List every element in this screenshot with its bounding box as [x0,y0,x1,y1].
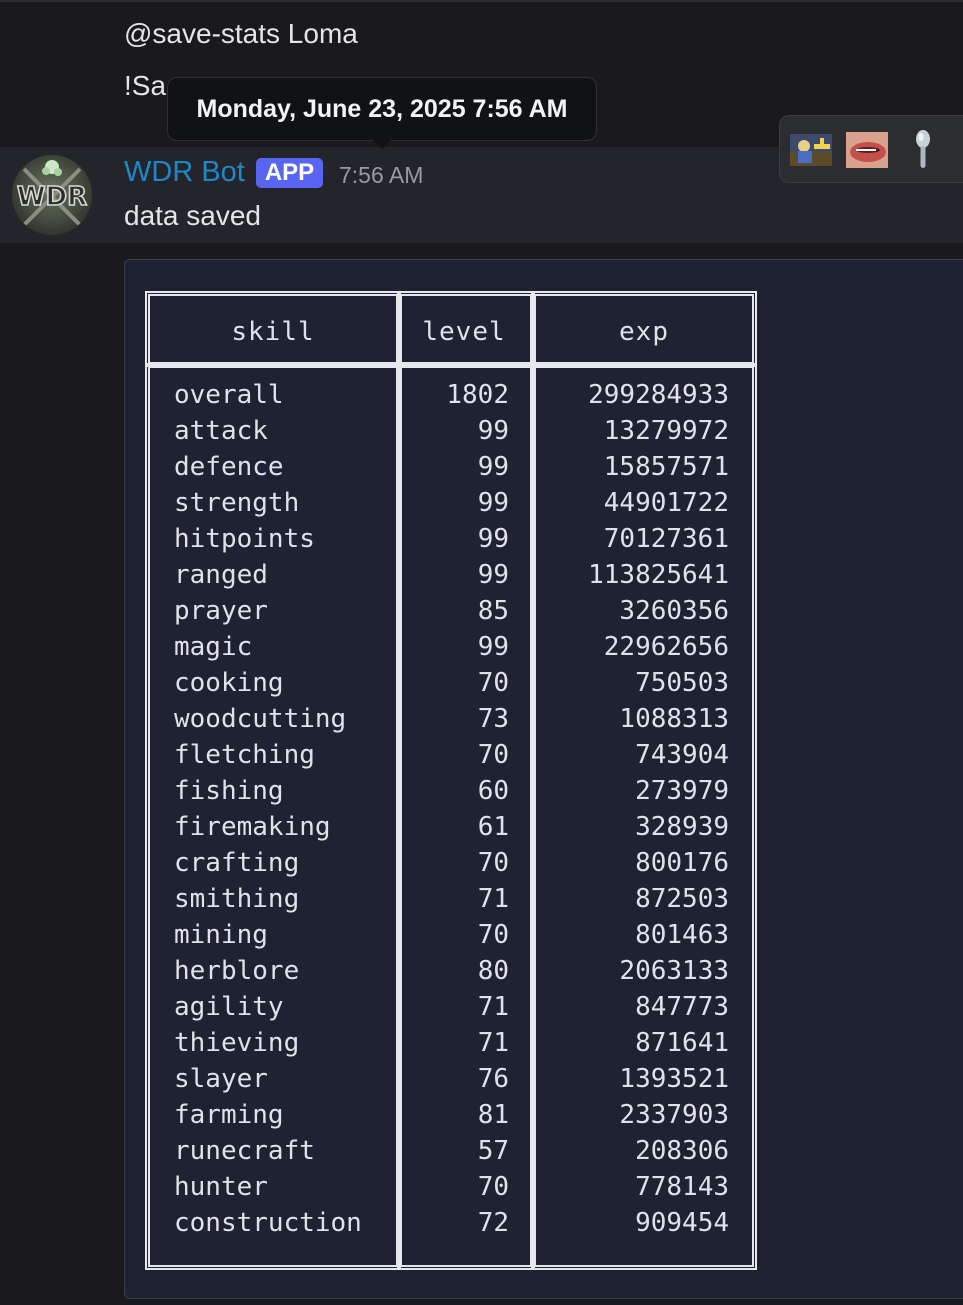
previous-message-line-2: !Sa [124,70,167,101]
table-cell-exp: 1088313 [619,704,729,734]
bot-username[interactable]: WDR Bot [124,156,245,189]
table-cell-level: 99 [477,488,509,518]
character-emoji-icon [790,134,832,166]
table-cell-exp: 800176 [635,848,729,878]
character-emoji-button[interactable] [790,130,832,170]
header-skill: skill [231,317,315,347]
table-cell-level: 71 [477,992,509,1022]
table-cell-exp: 44901722 [603,488,729,518]
spoon-emoji-icon [916,130,930,168]
table-cell-level: 57 [477,1136,509,1166]
table-cell-exp: 13279972 [603,416,729,446]
table-cell-skill: smithing [174,884,300,914]
previous-message-line-1: @save-stats Loma [124,18,358,49]
message-action-bar [779,115,963,183]
table-cell-skill: mining [174,920,268,950]
app-badge: APP [256,158,323,188]
table-cell-skill: farming [174,1100,284,1130]
message-text: data saved [124,200,261,231]
bot-avatar[interactable]: WDR [12,155,92,235]
mouth-emoji-button[interactable] [846,130,888,170]
table-cell-skill: agility [174,992,284,1022]
table-cell-skill: crafting [174,848,300,878]
table-cell-exp: 15857571 [603,452,729,482]
skill-column: overall attack defence strength hitpoints ran… [174,377,389,1241]
table-cell-skill: hunter [174,1172,268,1202]
table-cell-skill: woodcutting [174,704,347,734]
table-cell-level: 80 [477,956,509,986]
table-cell-skill: fishing [174,776,284,806]
table-cell-exp: 273979 [635,776,729,806]
table-cell-exp: 743904 [635,740,729,770]
table-cell-level: 60 [477,776,509,806]
table-cell-exp: 801463 [635,920,729,950]
message-timestamp[interactable]: 7:56 AM [339,162,423,189]
table-cell-exp: 208306 [635,1136,729,1166]
table-cell-exp: 299284933 [588,380,729,410]
table-cell-skill: prayer [174,596,268,626]
table-cell-skill: runecraft [174,1136,315,1166]
table-cell-level: 61 [477,812,509,842]
table-cell-level: 81 [477,1100,509,1130]
table-cell-level: 99 [477,452,509,482]
table-cell-level: 70 [477,668,509,698]
table-cell-skill: ranged [174,560,268,590]
table-cell-exp: 1393521 [619,1064,729,1094]
table-cell-skill: overall [174,380,284,410]
level-column: 1802 99 99 99 99 99 85 99 70 73 70 60 61 70 71 70 80 71 71… [407,377,509,1241]
table-cell-skill: thieving [174,1028,300,1058]
table-cell-level: 76 [477,1064,509,1094]
table-cell-exp: 871641 [635,1028,729,1058]
table-cell-exp: 70127361 [603,524,729,554]
table-cell-skill: strength [174,488,300,518]
table-cell-exp: 2337903 [619,1100,729,1130]
table-cell-level: 99 [477,632,509,662]
table-cell-exp: 2063133 [619,956,729,986]
table-cell-skill: fletching [174,740,315,770]
table-cell-level: 70 [477,848,509,878]
svg-text:WDR: WDR [17,182,87,212]
table-cell-exp: 113825641 [588,560,729,590]
table-cell-exp: 750503 [635,668,729,698]
table-cell-skill: defence [174,452,284,482]
table-cell-level: 99 [477,524,509,554]
timestamp-tooltip: Monday, June 23, 2025 7:56 AM [167,77,597,141]
header-exp: exp [619,317,669,347]
table-cell-level: 70 [477,1172,509,1202]
table-cell-skill: attack [174,416,268,446]
header-level: level [422,317,506,347]
mouth-emoji-icon [846,132,888,168]
table-cell-exp: 328939 [635,812,729,842]
table-cell-level: 72 [477,1208,509,1238]
table-cell-exp: 3260356 [619,596,729,626]
table-cell-skill: hitpoints [174,524,315,554]
table-cell-level: 70 [477,920,509,950]
table-cell-exp: 22962656 [603,632,729,662]
table-cell-skill: magic [174,632,253,662]
table-cell-level: 85 [477,596,509,626]
table-cell-exp: 909454 [635,1208,729,1238]
table-cell-level: 99 [477,560,509,590]
tooltip-arrow [372,139,392,149]
table-cell-level: 73 [477,704,509,734]
table-cell-level: 71 [477,884,509,914]
table-cell-level: 70 [477,740,509,770]
table-cell-exp: 778143 [635,1172,729,1202]
table-cell-level: 71 [477,1028,509,1058]
table-cell-skill: cooking [174,668,284,698]
table-cell-skill: firemaking [174,812,331,842]
table-cell-level: 1802 [446,380,509,410]
table-cell-exp: 872503 [635,884,729,914]
table-cell-skill: construction [174,1208,362,1238]
table-cell-skill: herblore [174,956,300,986]
spoon-emoji-button[interactable] [902,130,944,170]
exp-column: 299284933 13279972 15857571 44901722 7012736… [541,377,729,1241]
table-cell-level: 99 [477,416,509,446]
stats-table: skill level exp overall attack defence stre… [145,291,757,1270]
wdr-logo-icon: WDR [12,155,92,235]
table-cell-skill: slayer [174,1064,268,1094]
table-cell-exp: 847773 [635,992,729,1022]
